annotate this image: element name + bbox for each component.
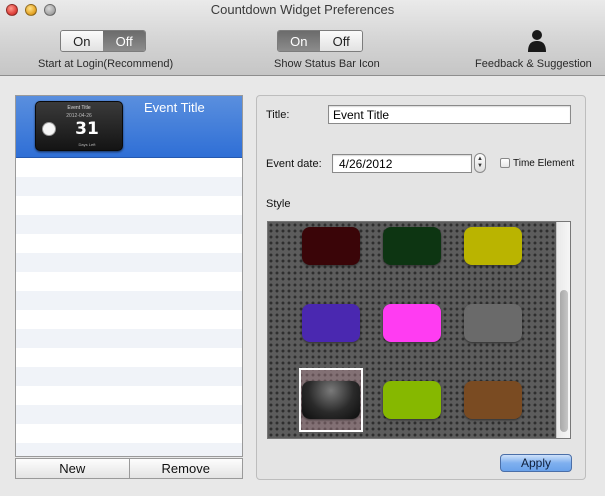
date-stepper[interactable]: ▲ ▼ — [474, 153, 486, 173]
scroll-knob[interactable] — [560, 290, 568, 432]
style-swatch-black-gloss[interactable] — [302, 381, 360, 419]
event-date-field[interactable]: 4/26/2012 — [332, 154, 472, 173]
status-bar-on-option[interactable]: On — [278, 31, 320, 51]
empty-row — [16, 234, 242, 253]
event-date-label: Event date: — [266, 158, 322, 170]
style-swatch-dark-red[interactable] — [302, 227, 360, 265]
style-picker[interactable] — [267, 221, 571, 439]
new-event-button[interactable]: New — [16, 459, 129, 478]
login-toggle[interactable]: On Off — [60, 30, 146, 52]
login-on-option[interactable]: On — [61, 31, 103, 51]
remove-event-button[interactable]: Remove — [128, 459, 243, 478]
thumbnail-caption: Days Left — [78, 142, 96, 147]
status-bar-toggle[interactable]: On Off — [277, 30, 363, 52]
empty-row — [16, 405, 242, 424]
empty-row — [16, 329, 242, 348]
style-scrollbar[interactable] — [556, 222, 570, 438]
status-bar-off-option[interactable]: Off — [320, 31, 362, 51]
stepper-down-icon[interactable]: ▼ — [477, 163, 483, 170]
time-element-checkbox[interactable] — [500, 158, 510, 168]
empty-row — [16, 386, 242, 405]
empty-row — [16, 348, 242, 367]
empty-row — [16, 310, 242, 329]
title-label: Title: — [266, 109, 290, 121]
empty-row — [16, 158, 242, 177]
empty-row — [16, 215, 242, 234]
login-off-option[interactable]: Off — [103, 31, 145, 51]
time-element-label: Time Element — [513, 158, 575, 169]
style-swatch-brown[interactable] — [464, 381, 522, 419]
empty-row — [16, 367, 242, 386]
style-swatch-dark-green[interactable] — [383, 227, 441, 265]
status-bar-toggle-caption: Show Status Bar Icon — [274, 58, 380, 70]
person-silhouette-icon[interactable] — [526, 29, 548, 53]
empty-row — [16, 443, 242, 456]
style-swatch-gray[interactable] — [464, 304, 522, 342]
thumbnail-title: Event Title — [67, 105, 91, 111]
list-button-bar: New Remove — [15, 458, 243, 479]
empty-row — [16, 177, 242, 196]
event-thumbnail: Event Title 2012-04-26 31 Days Left — [35, 101, 123, 151]
style-swatch-olive-yellow[interactable] — [464, 227, 522, 265]
window-toolbar: Countdown Widget Preferences On Off Star… — [0, 0, 605, 76]
title-field[interactable]: Event Title — [328, 105, 571, 124]
event-settings-panel: Title: Event Title Event date: 4/26/2012… — [256, 95, 586, 480]
apply-button[interactable]: Apply — [500, 454, 572, 472]
event-list-item-title: Event Title — [144, 100, 205, 115]
style-label: Style — [266, 198, 291, 210]
empty-row — [16, 424, 242, 443]
empty-row — [16, 196, 242, 215]
event-list[interactable]: Event Title 2012-04-26 31 Days Left Even… — [15, 95, 243, 457]
stepper-up-icon[interactable]: ▲ — [477, 156, 483, 163]
style-swatch-lime[interactable] — [383, 381, 441, 419]
login-toggle-caption: Start at Login(Recommend) — [38, 58, 174, 70]
style-swatch-magenta[interactable] — [383, 304, 441, 342]
thumbnail-count: 31 — [75, 119, 99, 139]
empty-row — [16, 253, 242, 272]
empty-row — [16, 272, 242, 291]
window-title: Countdown Widget Preferences — [210, 2, 395, 17]
feedback-caption[interactable]: Feedback & Suggestion — [475, 58, 592, 70]
empty-row — [16, 291, 242, 310]
empty-list-rows — [16, 158, 242, 456]
event-list-item-selected[interactable]: Event Title 2012-04-26 31 Days Left Even… — [16, 96, 242, 158]
style-swatch-purple[interactable] — [302, 304, 360, 342]
alarm-clock-icon — [42, 122, 56, 136]
